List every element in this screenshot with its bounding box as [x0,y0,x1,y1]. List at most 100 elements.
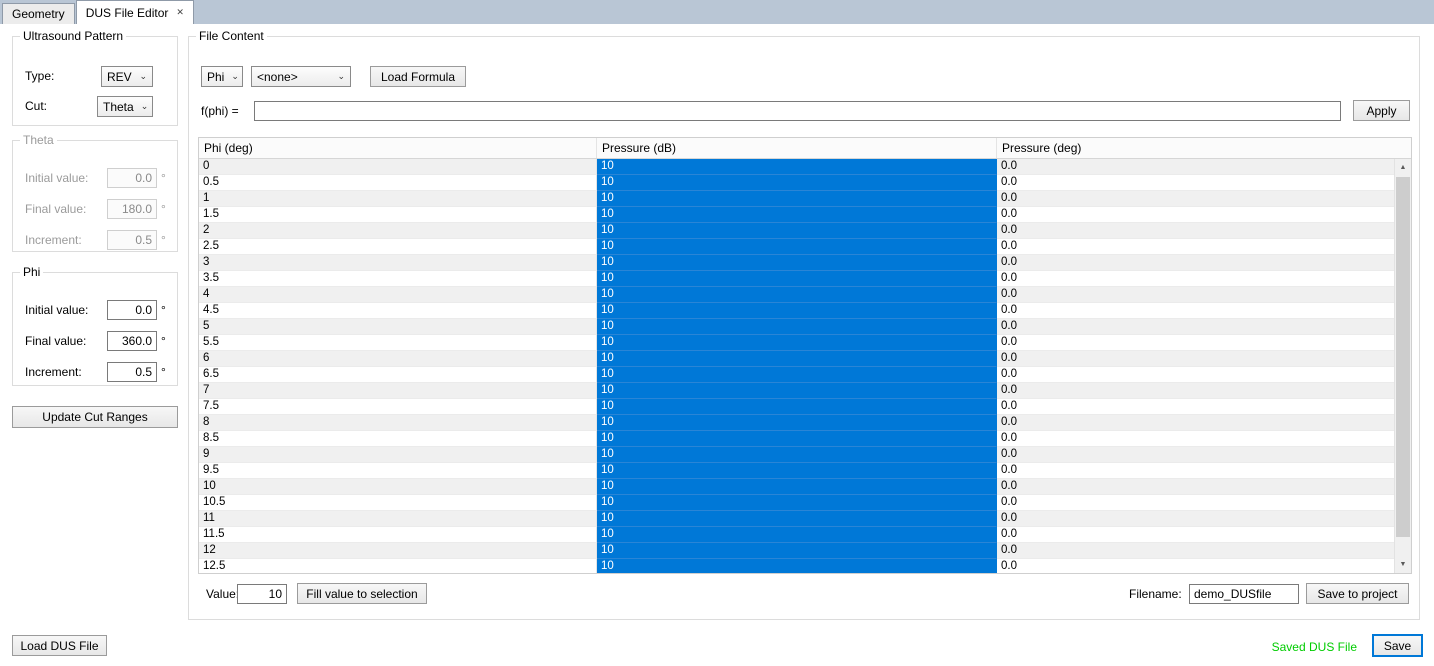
table-cell[interactable]: 10.5 [199,495,597,511]
table-row[interactable]: 12100.0 [199,543,1394,559]
table-row[interactable]: 8.5100.0 [199,431,1394,447]
table-row[interactable]: 6100.0 [199,351,1394,367]
table-cell[interactable]: 10 [597,495,997,511]
table-row[interactable]: 1.5100.0 [199,207,1394,223]
phi-increment-input[interactable] [107,362,157,382]
table-cell[interactable]: 0.0 [997,399,1394,415]
table-cell[interactable]: 0.0 [997,383,1394,399]
table-row[interactable]: 9.5100.0 [199,463,1394,479]
tab-geometry[interactable]: Geometry [2,3,75,24]
table-row[interactable]: 12.5100.0 [199,559,1394,573]
table-cell[interactable]: 10 [597,255,997,271]
table-cell[interactable]: 10 [597,175,997,191]
table-cell[interactable]: 10 [597,559,997,573]
table-cell[interactable]: 0.0 [997,415,1394,431]
table-cell[interactable]: 6 [199,351,597,367]
scroll-up-icon[interactable]: ▲ [1395,159,1411,176]
table-cell[interactable]: 10 [597,159,997,175]
table-cell[interactable]: 4.5 [199,303,597,319]
table-cell[interactable]: 10 [597,479,997,495]
table-cell[interactable]: 10 [597,351,997,367]
table-row[interactable]: 4100.0 [199,287,1394,303]
phi-initial-input[interactable] [107,300,157,320]
table-cell[interactable]: 10 [597,447,997,463]
table-cell[interactable]: 10 [597,335,997,351]
table-cell[interactable]: 2.5 [199,239,597,255]
table-cell[interactable]: 10 [199,479,597,495]
variable-select[interactable]: Phi ⌄ [201,66,243,87]
column-header-phi[interactable]: Phi (deg) [199,138,597,158]
column-header-pressure-db[interactable]: Pressure (dB) [597,138,997,158]
table-cell[interactable]: 0.0 [997,239,1394,255]
table-cell[interactable]: 0.0 [997,287,1394,303]
formula-input[interactable] [254,101,1341,121]
table-cell[interactable]: 10 [597,511,997,527]
table-row[interactable]: 11100.0 [199,511,1394,527]
table-cell[interactable]: 8 [199,415,597,431]
cut-select[interactable]: Theta ⌄ [97,96,153,117]
tab-dus-file-editor[interactable]: DUS File Editor ✕ [76,0,194,24]
table-cell[interactable]: 10 [597,543,997,559]
table-cell[interactable]: 12 [199,543,597,559]
table-cell[interactable]: 10 [597,415,997,431]
table-cell[interactable]: 0.5 [199,175,597,191]
table-cell[interactable]: 0.0 [997,463,1394,479]
table-cell[interactable]: 11 [199,511,597,527]
table-cell[interactable]: 0.0 [997,255,1394,271]
table-cell[interactable]: 0.0 [997,175,1394,191]
table-row[interactable]: 0.5100.0 [199,175,1394,191]
table-cell[interactable]: 7.5 [199,399,597,415]
table-cell[interactable]: 0.0 [997,511,1394,527]
table-cell[interactable]: 0.0 [997,559,1394,573]
table-cell[interactable]: 7 [199,383,597,399]
table-cell[interactable]: 10 [597,207,997,223]
table-cell[interactable]: 0.0 [997,447,1394,463]
table-cell[interactable]: 0.0 [997,431,1394,447]
table-row[interactable]: 3100.0 [199,255,1394,271]
table-cell[interactable]: 9.5 [199,463,597,479]
table-row[interactable]: 7100.0 [199,383,1394,399]
table-cell[interactable]: 3.5 [199,271,597,287]
type-select[interactable]: REV ⌄ [101,66,153,87]
table-cell[interactable]: 0.0 [997,527,1394,543]
table-row[interactable]: 10.5100.0 [199,495,1394,511]
table-row[interactable]: 9100.0 [199,447,1394,463]
column-header-pressure-deg[interactable]: Pressure (deg) [997,138,1411,158]
phi-final-input[interactable] [107,331,157,351]
table-cell[interactable]: 10 [597,303,997,319]
save-to-project-button[interactable]: Save to project [1306,583,1409,604]
table-cell[interactable]: 0.0 [997,191,1394,207]
scroll-down-icon[interactable]: ▼ [1395,556,1411,573]
table-row[interactable]: 5100.0 [199,319,1394,335]
table-cell[interactable]: 0.0 [997,495,1394,511]
table-row[interactable]: 5.5100.0 [199,335,1394,351]
table-cell[interactable]: 5.5 [199,335,597,351]
update-cut-ranges-button[interactable]: Update Cut Ranges [12,406,178,428]
table-cell[interactable]: 10 [597,367,997,383]
formula-select[interactable]: <none> ⌄ [251,66,351,87]
apply-button[interactable]: Apply [1353,100,1410,121]
vertical-scrollbar[interactable]: ▲ ▼ [1394,159,1411,573]
table-row[interactable]: 1100.0 [199,191,1394,207]
table-cell[interactable]: 6.5 [199,367,597,383]
table-cell[interactable]: 10 [597,431,997,447]
table-cell[interactable]: 2 [199,223,597,239]
table-cell[interactable]: 0 [199,159,597,175]
table-cell[interactable]: 10 [597,239,997,255]
table-row[interactable]: 4.5100.0 [199,303,1394,319]
table-cell[interactable]: 10 [597,191,997,207]
table-cell[interactable]: 0.0 [997,303,1394,319]
table-row[interactable]: 8100.0 [199,415,1394,431]
table-cell[interactable]: 0.0 [997,159,1394,175]
table-cell[interactable]: 10 [597,271,997,287]
table-row[interactable]: 3.5100.0 [199,271,1394,287]
table-row[interactable]: 0100.0 [199,159,1394,175]
table-row[interactable]: 2100.0 [199,223,1394,239]
value-input[interactable] [237,584,287,604]
table-cell[interactable]: 0.0 [997,479,1394,495]
table-cell[interactable]: 12.5 [199,559,597,573]
table-cell[interactable]: 0.0 [997,335,1394,351]
fill-value-button[interactable]: Fill value to selection [297,583,427,604]
table-cell[interactable]: 10 [597,527,997,543]
table-row[interactable]: 2.5100.0 [199,239,1394,255]
